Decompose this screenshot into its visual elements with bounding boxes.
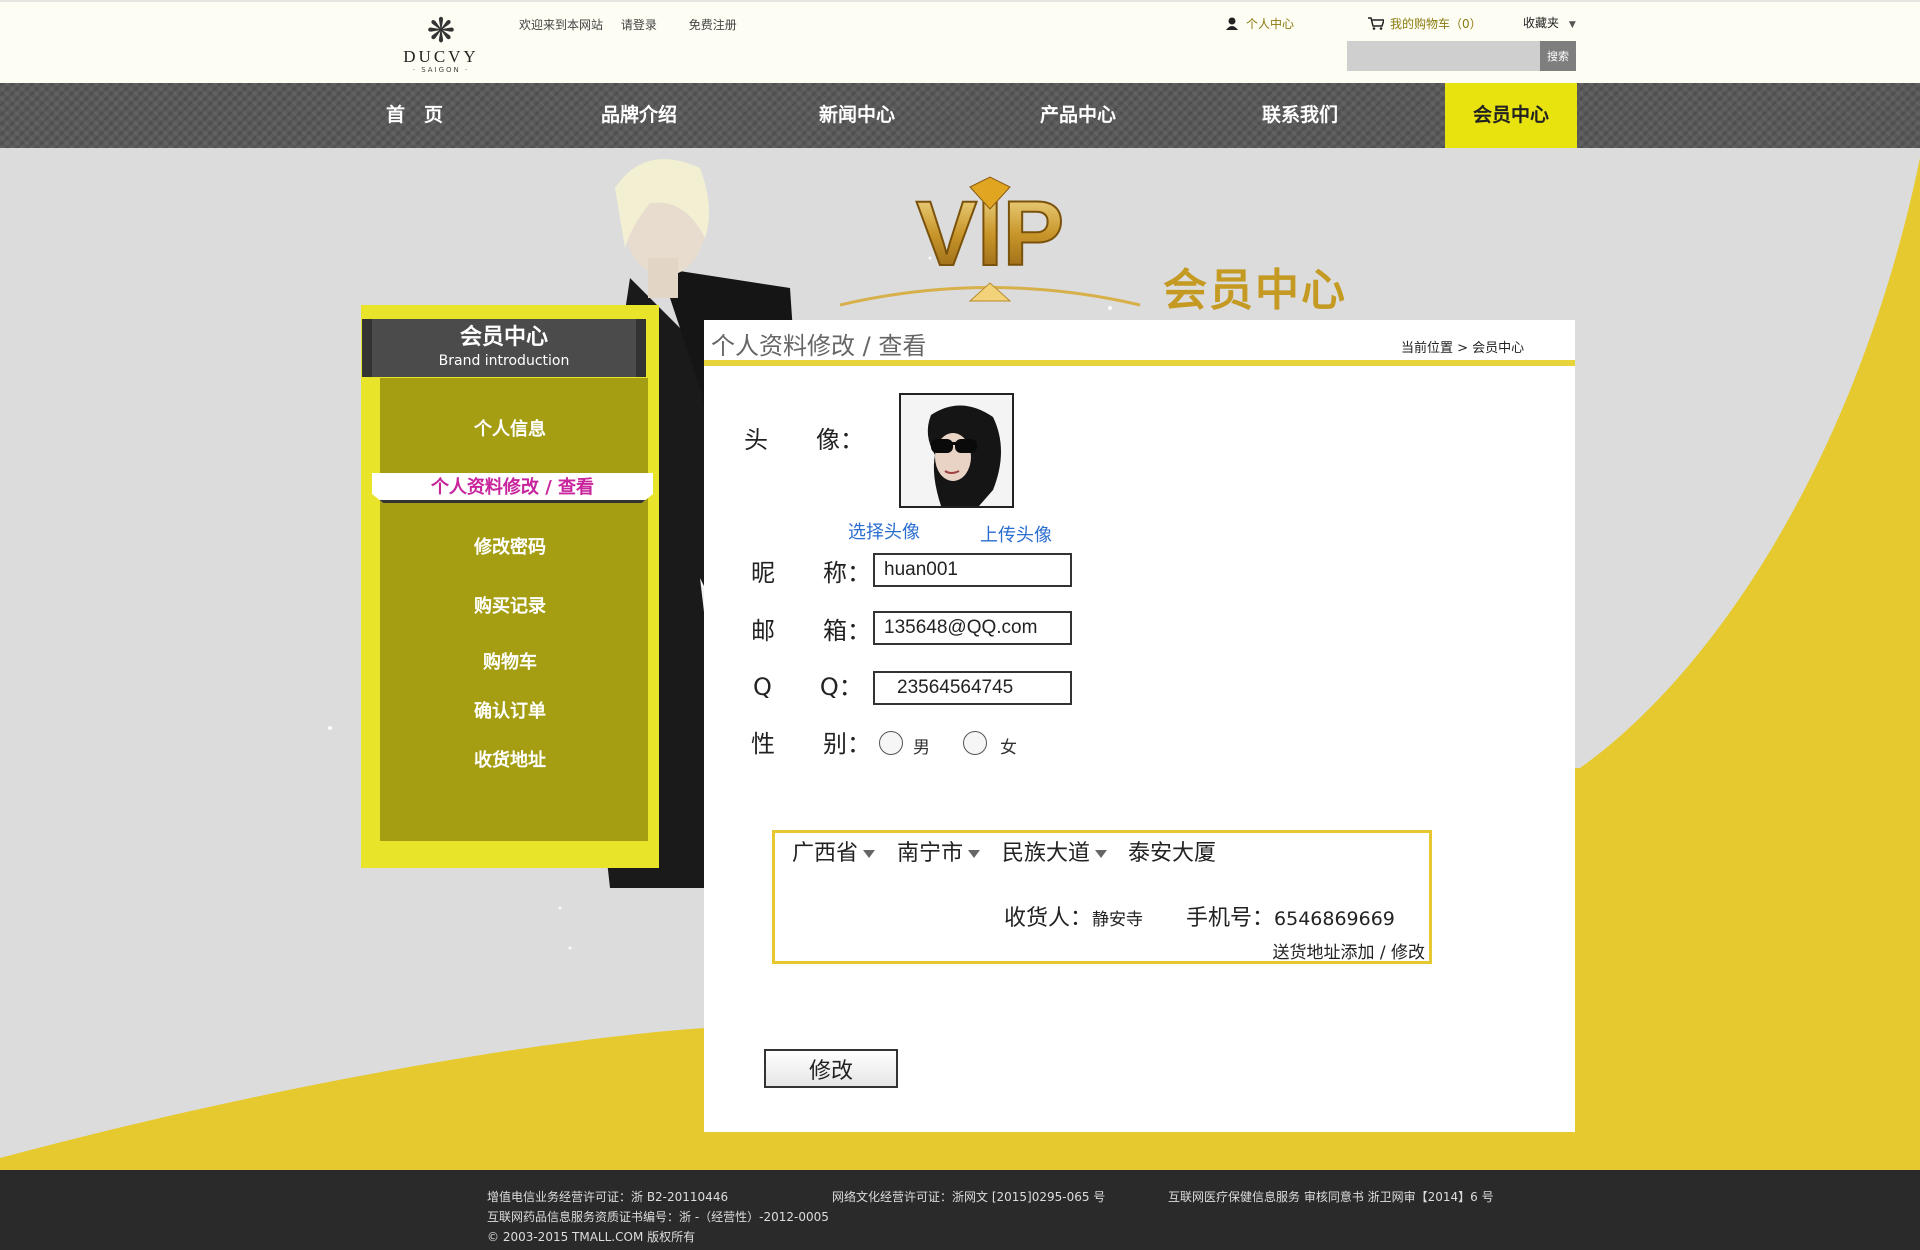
qq-field[interactable] [873,671,1072,705]
modify-button[interactable]: 修改 [764,1049,898,1088]
footer-license-2: 网络文化经营许可证：浙网文 [2015]0295-065 号 [832,1190,1106,1204]
address-box: 广西省 南宁市 民族大道 泰安大厦 收货人：静安寺 手机号：6546869669… [772,830,1432,964]
nickname-label: 昵 称： [751,559,871,587]
road-value: 民族大道 [1002,841,1091,866]
vip-logo: VIP [839,176,1141,307]
city-value: 南宁市 [897,841,964,866]
sidebar-item-orders[interactable]: 购买记录 [361,592,659,618]
avatar [899,393,1014,508]
page-title: 个人资料修改 / 查看 [711,332,927,360]
profile-panel: 个人资料修改 / 查看 当前位置 > 会员中心 头 像： 选择头像 上传头像 昵… [704,320,1575,1132]
panel-header: 个人资料修改 / 查看 当前位置 > 会员中心 [704,320,1575,366]
welcome-text: 欢迎来到本网站 [519,18,604,32]
avatar-label: 头 像： [744,426,864,454]
breadcrumb: 当前位置 > 会员中心 [1401,341,1525,356]
welcome-bar: 欢迎来到本网站 请登录 免费注册 [519,16,751,33]
avatar-image [901,395,1012,506]
hero-title: 会员中心 [1163,265,1347,316]
caret-down-icon [1095,850,1108,858]
main-nav: 首 页 品牌介绍 新闻中心 产品中心 联系我们 会员中心 [0,83,1920,148]
cart-label: 我的购物车（0） [1390,17,1482,31]
phone-label: 手机号： [1186,906,1275,931]
sidebar-title: 会员中心 [459,325,548,350]
sidebar-header: 会员中心 Brand introduction [362,319,646,377]
address-edit-link[interactable]: 送货地址添加 / 修改 [1272,938,1425,963]
sidebar-item-cart[interactable]: 购物车 [361,648,659,674]
email-field[interactable] [873,611,1072,645]
footer-copyright: © 2003-2015 TMALL.COM 版权所有 [487,1230,696,1244]
email-label: 邮 箱： [751,617,871,645]
favorites-label: 收藏夹 [1523,16,1560,30]
footer-license-3: 互联网医疗保健信息服务 审核同意书 浙卫网审【2014】6 号 [1168,1190,1494,1204]
gender-male-label: 男 [913,738,930,758]
gender-label: 性 别： [751,730,871,758]
building-value: 泰安大厦 [1128,841,1217,866]
province-value: 广西省 [792,841,859,866]
nav-brand[interactable]: 品牌介绍 [601,83,677,148]
chevron-down-icon: ▼ [1568,20,1576,30]
top-bar: ❋ DUCVY · SAIGON · 欢迎来到本网站 请登录 免费注册 个人中心… [0,0,1920,83]
user-icon [1226,17,1238,30]
sidebar-item-password[interactable]: 修改密码 [361,533,659,559]
footer-license-1: 增值电信业务经营许可证：浙 B2-20110446 [487,1190,729,1204]
phone-info: 手机号：6546869669 [1186,900,1395,932]
cart-link[interactable]: 我的购物车（0） [1368,15,1482,32]
sidebar-item-address[interactable]: 收货地址 [361,746,659,772]
province-select[interactable]: 广西省 [792,835,876,867]
brand-name: DUCVY [403,47,479,66]
nickname-field[interactable] [873,553,1072,587]
snowflake-icon: ❋ [426,11,456,51]
favorites-dropdown[interactable]: 收藏夹 ▼ [1523,14,1576,31]
user-center-label: 个人中心 [1246,17,1295,31]
road-select[interactable]: 民族大道 [1002,835,1108,867]
cart-icon [1368,17,1384,30]
member-sidebar: 会员中心 Brand introduction 个人信息 个人资料修改 / 查看… [361,305,659,868]
register-link[interactable]: 免费注册 [689,18,737,32]
brand-logo[interactable]: ❋ DUCVY · SAIGON · [396,14,486,76]
search-bar: 搜索 [1347,41,1576,71]
qq-label: Q Q： [753,673,863,701]
footer-license-4: 互联网药品信息服务资质证书编号：浙 -（经营性）-2012-0005 [487,1210,829,1224]
caret-down-icon [968,850,981,858]
nav-home[interactable]: 首 页 [386,83,443,148]
sidebar-item-edit-profile[interactable]: 个人资料修改 / 查看 [372,473,653,503]
receiver-label: 收货人： [1004,906,1093,931]
sidebar-item-profile[interactable]: 个人信息 [361,415,659,441]
receiver-value: 静安寺 [1092,910,1144,930]
caret-down-icon [863,850,876,858]
nav-news[interactable]: 新闻中心 [819,83,895,148]
nav-member-center[interactable]: 会员中心 [1445,83,1577,148]
search-button[interactable]: 搜索 [1540,41,1576,71]
sidebar-subtitle: Brand introduction [438,353,570,369]
footer: 增值电信业务经营许可证：浙 B2-20110446 网络文化经营许可证：浙网文 … [0,1170,1920,1250]
phone-value: 6546869669 [1274,908,1395,930]
login-link[interactable]: 请登录 [621,18,657,32]
user-center-link[interactable]: 个人中心 [1226,15,1294,32]
search-input[interactable] [1347,41,1540,71]
nav-contact[interactable]: 联系我们 [1262,83,1338,148]
upload-avatar-link[interactable]: 上传头像 [980,521,1052,547]
receiver-info: 收货人：静安寺 [1004,900,1143,932]
choose-avatar-link[interactable]: 选择头像 [848,518,920,544]
nav-products[interactable]: 产品中心 [1040,83,1116,148]
brand-subtitle: · SAIGON · [412,66,470,74]
gender-male-radio[interactable] [879,731,903,755]
gender-female-radio[interactable] [963,731,987,755]
gender-female-label: 女 [1000,738,1017,758]
city-select[interactable]: 南宁市 [897,835,981,867]
sidebar-item-confirm-order[interactable]: 确认订单 [361,697,659,723]
